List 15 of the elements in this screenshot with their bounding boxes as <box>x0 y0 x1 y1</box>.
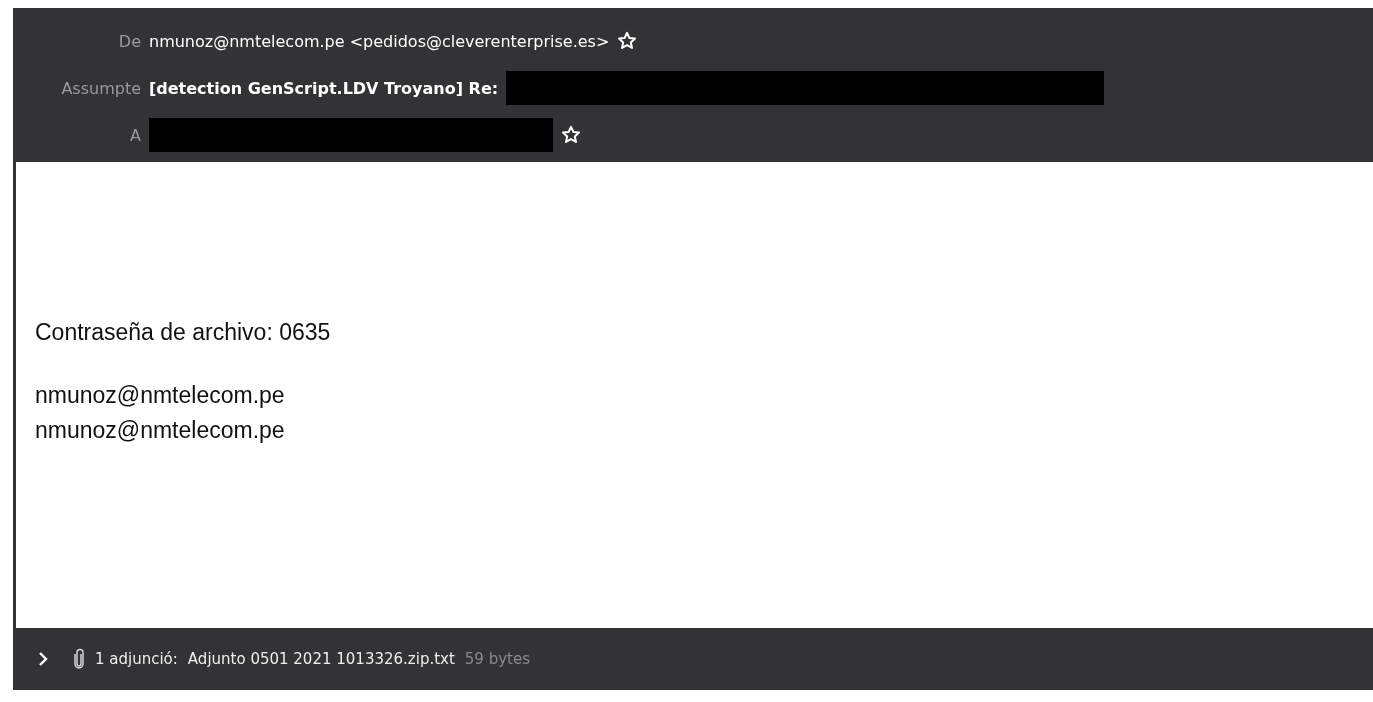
field-value: [detection GenScript.LDV Troyano] Re: <box>149 78 499 98</box>
paperclip-icon <box>73 648 85 670</box>
field-label: Assumpte <box>60 78 141 98</box>
field-value: nmunoz@nmtelecom.pe <pedidos@cleverenterprise.es> <box>149 31 610 51</box>
field-label: A <box>129 125 141 145</box>
body-text: Contraseña de archivo: 0635 <box>35 318 332 347</box>
attachment-summary: 1 adjunció: <box>95 650 178 668</box>
attachment-name[interactable]: Adjunto 0501 2021 1013326.zip.txt <box>187 650 455 668</box>
star-icon[interactable] <box>561 125 581 145</box>
body-text: nmunoz@nmtelecom.pe <box>35 416 286 445</box>
attachment-size: 59 bytes <box>464 650 530 668</box>
star-icon[interactable] <box>617 31 638 51</box>
field-label: De <box>117 31 141 51</box>
chevron-icon[interactable] <box>37 651 49 667</box>
body-text: nmunoz@nmtelecom.pe <box>35 381 286 410</box>
